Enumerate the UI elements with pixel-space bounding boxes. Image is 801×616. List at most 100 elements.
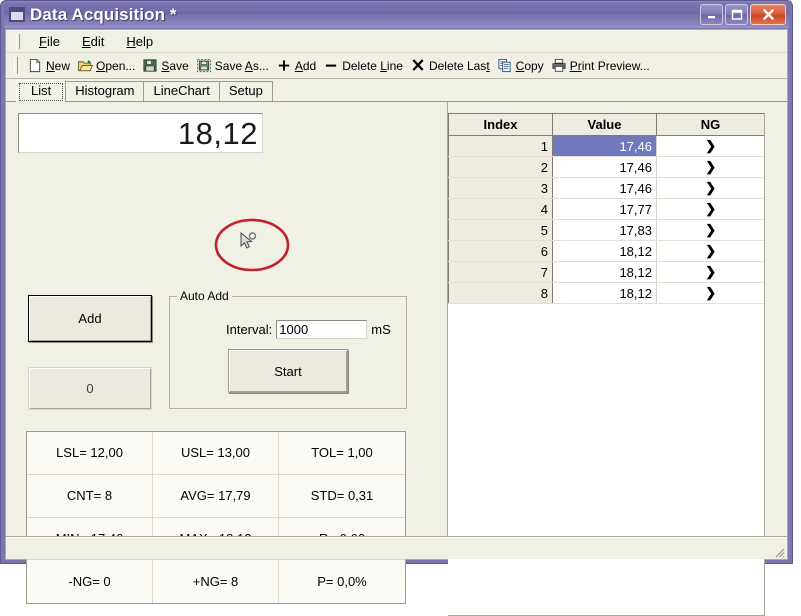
column-header-index[interactable]: Index [449,114,553,136]
data-table: Index Value NG 1 17,46 ❯ [448,113,765,304]
cell-value[interactable]: 18,12 [553,283,657,304]
cell-ng[interactable]: ❯ [657,283,765,304]
main-content: 18,12 Add 0 Auto Add Interval: mS [6,102,787,536]
right-panel: Index Value NG 1 17,46 ❯ [448,102,787,536]
toolbar-open-button[interactable]: Open... [75,57,140,74]
cell-ng[interactable]: ❯ [657,241,765,262]
tab-linechart-label: LineChart [153,83,209,98]
cell-index[interactable]: 4 [449,199,553,220]
table-row[interactable]: 8 18,12 ❯ [449,283,765,304]
counter-value: 0 [86,381,93,396]
add-button[interactable]: Add [28,295,152,342]
toolbar-add-label: Add [295,59,316,73]
cell-index[interactable]: 3 [449,178,553,199]
cell-value[interactable]: 18,12 [553,262,657,283]
minimize-button[interactable] [700,4,723,25]
tab-setup-label: Setup [229,83,263,98]
table-row[interactable]: 4 17,77 ❯ [449,199,765,220]
cell-value[interactable]: 17,77 [553,199,657,220]
tab-histogram[interactable]: Histogram [65,81,144,101]
table-row[interactable]: 1 17,46 ❯ [449,136,765,157]
stat-cnt: CNT= 8 [27,475,153,518]
toolbar: New Open... Save [6,53,787,79]
cell-ng[interactable]: ❯ [657,157,765,178]
column-header-value[interactable]: Value [553,114,657,136]
current-value-display[interactable]: 18,12 [18,113,263,153]
tab-linechart[interactable]: LineChart [143,81,219,101]
table-body: 1 17,46 ❯ 2 17,46 ❯ 3 17,46 [449,136,765,304]
table-row[interactable]: 5 17,83 ❯ [449,220,765,241]
toolbar-print-preview-button[interactable]: Print Preview... [549,57,655,74]
floppy-save-as-icon [196,58,212,73]
x-cross-icon [410,58,426,73]
cell-ng[interactable]: ❯ [657,199,765,220]
new-document-icon [27,58,43,73]
toolbar-copy-button[interactable]: Copy [495,57,549,74]
toolbar-print-preview-label: Print Preview... [570,59,650,73]
counter-display: 0 [28,367,152,410]
menu-help-label: elp [136,34,153,49]
cell-index[interactable]: 1 [449,136,553,157]
cell-value[interactable]: 18,12 [553,241,657,262]
cell-value[interactable]: 17,46 [553,136,657,157]
auto-add-group: Auto Add Interval: mS Start [169,296,407,409]
stat-usl: USL= 13,00 [153,432,279,475]
menu-item-help[interactable]: Help [115,32,164,51]
toolbar-delete-last-label: Delete Last [429,59,490,73]
cell-index[interactable]: 5 [449,220,553,241]
menu-file-label: ile [47,34,60,49]
toolbar-delete-line-button[interactable]: Delete Line [321,57,408,74]
stat-lsl: LSL= 12,00 [27,432,153,475]
tab-setup[interactable]: Setup [219,81,273,101]
cell-index[interactable]: 2 [449,157,553,178]
cell-index[interactable]: 8 [449,283,553,304]
tab-list[interactable]: List [16,80,66,102]
menu-item-edit[interactable]: Edit [71,32,115,51]
table-row[interactable]: 2 17,46 ❯ [449,157,765,178]
cell-ng[interactable]: ❯ [657,178,765,199]
toolbar-open-label: Open... [96,59,135,73]
column-header-ng[interactable]: NG [657,114,765,136]
toolbar-add-button[interactable]: Add [274,57,321,74]
toolbar-new-button[interactable]: New [25,57,75,74]
statistics-grid: LSL= 12,00 USL= 13,00 TOL= 1,00 CNT= 8 A… [26,431,406,604]
menu-help-accel: H [126,34,135,49]
cell-value[interactable]: 17,83 [553,220,657,241]
maximize-button[interactable] [725,4,748,25]
printer-icon [551,58,567,73]
interval-units: mS [371,322,391,337]
toolbar-save-as-label: Save As... [215,59,269,73]
cell-value[interactable]: 17,46 [553,178,657,199]
status-bar [6,536,787,559]
menu-edit-label: dit [91,34,105,49]
cell-index[interactable]: 6 [449,241,553,262]
menu-item-file[interactable]: File [28,32,71,51]
start-button-label: Start [274,364,301,379]
toolbar-save-label: Save [161,59,188,73]
start-button[interactable]: Start [228,349,348,393]
plus-icon [276,58,292,73]
title-bar[interactable]: Data Acquisition * [4,1,789,28]
cell-ng[interactable]: ❯ [657,136,765,157]
table-row[interactable]: 3 17,46 ❯ [449,178,765,199]
stat-std: STD= 0,31 [279,475,405,518]
window-controls [700,4,786,25]
table-row[interactable]: 6 18,12 ❯ [449,241,765,262]
left-panel: 18,12 Add 0 Auto Add Interval: mS [6,102,448,536]
toolbar-delete-last-button[interactable]: Delete Last [408,57,495,74]
cell-ng[interactable]: ❯ [657,220,765,241]
table-row[interactable]: 7 18,12 ❯ [449,262,765,283]
minus-icon [323,58,339,73]
resize-grip-icon[interactable] [771,544,785,558]
table-header-row: Index Value NG [449,114,765,136]
cell-index[interactable]: 7 [449,262,553,283]
open-folder-icon [77,58,93,73]
interval-row: Interval: mS [170,320,406,339]
menu-edit-accel: E [82,34,91,49]
interval-input[interactable] [276,320,367,339]
toolbar-save-button[interactable]: Save [140,57,193,74]
cell-value[interactable]: 17,46 [553,157,657,178]
cell-ng[interactable]: ❯ [657,262,765,283]
toolbar-save-as-button[interactable]: Save As... [194,57,274,74]
close-button[interactable] [750,4,786,25]
